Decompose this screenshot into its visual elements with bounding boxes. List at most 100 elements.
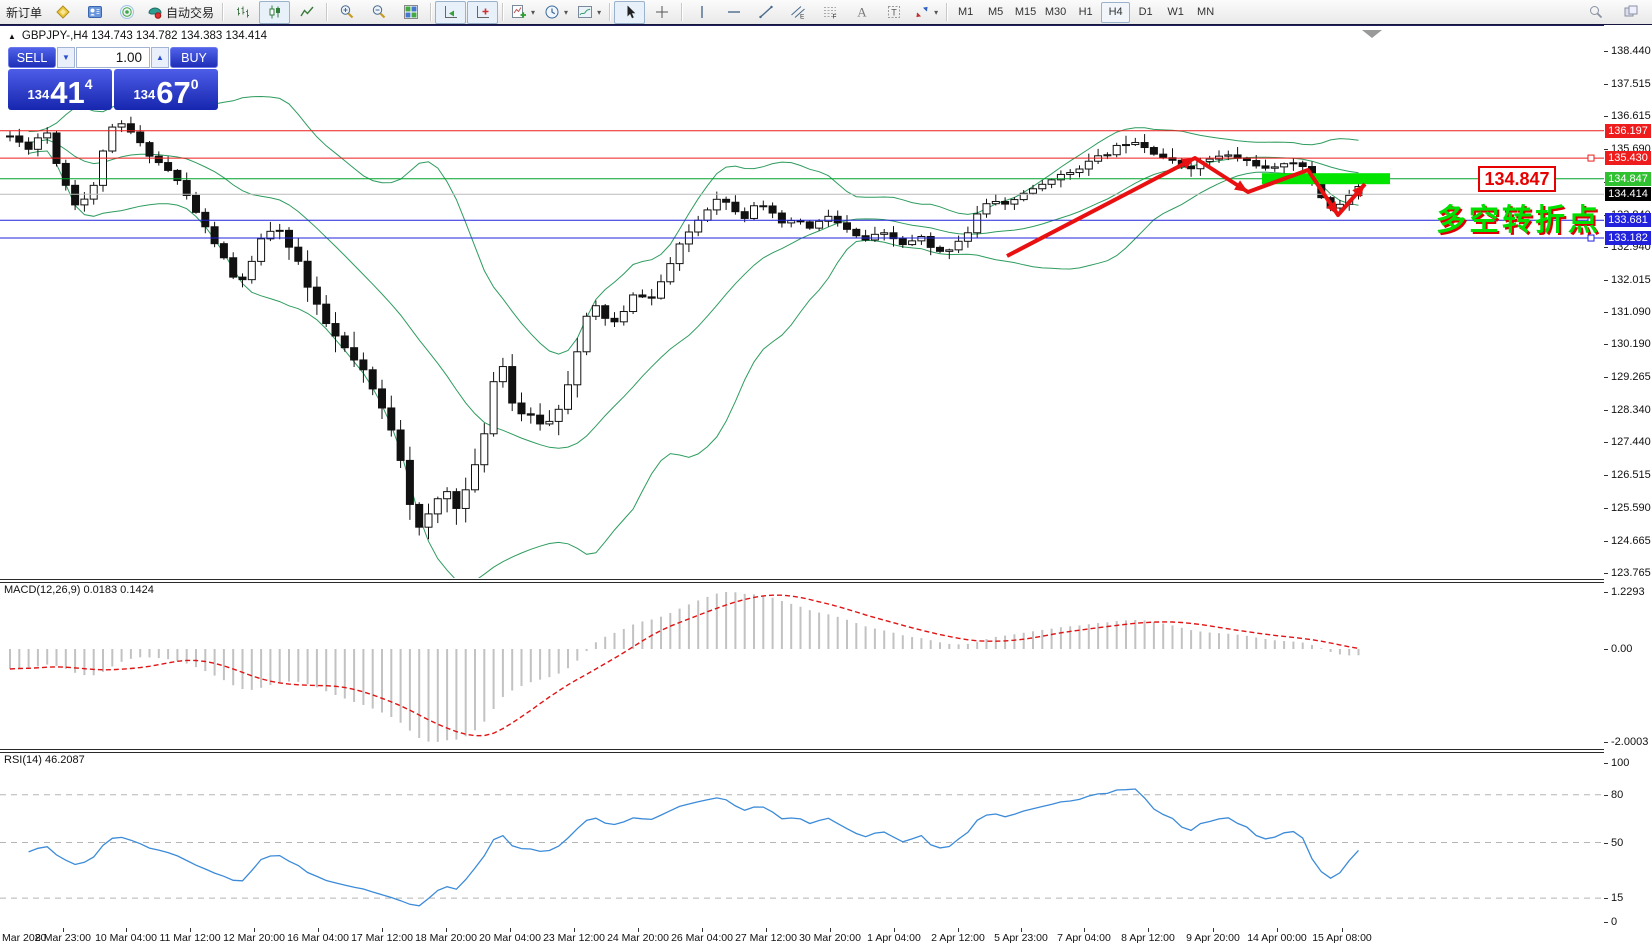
time-tick-label: 14 Apr 00:00 <box>1247 932 1307 944</box>
timeframe-d1[interactable]: D1 <box>1131 2 1160 23</box>
buy-price[interactable]: 134 67 0 <box>114 69 218 110</box>
zoom-in-button[interactable] <box>331 1 362 24</box>
one-click-trading-panel: SELL ▼ 1.00 ▲ BUY 134 41 4 134 67 0 <box>8 47 218 110</box>
price-tick-label: 130.190 <box>1611 338 1651 350</box>
time-tick <box>1021 928 1022 932</box>
rsi-label: RSI(14) 46.2087 <box>4 754 85 766</box>
time-axis[interactable]: Mar 20208 Mar 23:0010 Mar 04:0011 Mar 12… <box>0 929 1652 944</box>
symbol-header: ▲ GBPJPY-,H4 134.743 134.782 134.383 134… <box>8 30 267 42</box>
timeframe-m15[interactable]: M15 <box>1011 2 1040 23</box>
chart-canvas[interactable] <box>0 25 1652 944</box>
line-chart-button[interactable] <box>291 1 322 24</box>
timeframe-h4[interactable]: H4 <box>1101 2 1130 23</box>
periods-button[interactable]: ▾ <box>540 1 572 24</box>
price-tick-label: 138.440 <box>1611 45 1651 57</box>
timeframe-m5[interactable]: M5 <box>981 2 1010 23</box>
axis-tick <box>1604 149 1608 150</box>
volume-input[interactable]: 1.00 <box>76 47 150 68</box>
autotrade-button[interactable]: 自动交易 <box>143 1 218 24</box>
collapse-panel-icon[interactable]: ▲ <box>8 32 16 41</box>
candle-chart-icon <box>267 4 283 20</box>
time-tick-label: 2 Apr 12:00 <box>931 932 985 944</box>
bollinger-upper <box>29 97 1359 355</box>
channel-button[interactable]: E <box>782 1 813 24</box>
new-order-button-label: 新订单 <box>6 4 42 21</box>
candle-chart-button[interactable] <box>259 1 290 24</box>
crosshair-button[interactable] <box>646 1 677 24</box>
price-tick-label: 126.515 <box>1611 469 1651 481</box>
price-axis[interactable]: 138.440137.515136.615135.690134.765133.8… <box>1604 25 1652 944</box>
cursor-button[interactable] <box>614 1 645 24</box>
annotation-text[interactable]: 多空转折点 <box>1436 195 1601 239</box>
time-tick-label: 15 Apr 08:00 <box>1312 932 1372 944</box>
price-callout[interactable]: 134.847 <box>1478 166 1556 192</box>
axis-tick <box>1604 573 1608 574</box>
horizontal-line-button[interactable] <box>718 1 749 24</box>
chart-shift-button[interactable] <box>467 1 498 24</box>
axis-tick <box>1604 475 1608 476</box>
time-tick <box>1213 928 1214 932</box>
tile-windows-button[interactable] <box>395 1 426 24</box>
sell-price[interactable]: 134 41 4 <box>8 69 112 110</box>
svg-text:T: T <box>891 8 897 18</box>
time-tick-label: 17 Mar 12:00 <box>351 932 413 944</box>
price-tick-label: 124.665 <box>1611 535 1651 547</box>
rsi-tick-label: 15 <box>1611 892 1623 904</box>
vline-icon <box>694 4 710 20</box>
macd-min-label: -2.0003 <box>1611 736 1648 748</box>
indicators-button[interactable]: ▾ <box>507 1 539 24</box>
time-tick <box>382 928 383 932</box>
search-button[interactable] <box>1580 1 1611 24</box>
axis-tick <box>1604 592 1608 593</box>
time-tick <box>574 928 575 932</box>
line-handle[interactable] <box>1588 155 1594 161</box>
alerts-button[interactable] <box>47 1 78 24</box>
text-t-icon: T <box>886 4 902 20</box>
svg-text:F: F <box>832 14 836 21</box>
templates-button[interactable]: ▾ <box>573 1 605 24</box>
arrows-button[interactable]: ▾ <box>910 1 942 24</box>
macd-label: MACD(12,26,9) 0.0183 0.1424 <box>4 584 154 596</box>
toolbar-separator <box>609 3 610 21</box>
auto-scroll-button[interactable] <box>435 1 466 24</box>
rsi-tick-label: 0 <box>1611 916 1617 928</box>
zoom-out-button[interactable] <box>363 1 394 24</box>
time-tick-label: 23 Mar 12:00 <box>543 932 605 944</box>
timeframe-m30[interactable]: M30 <box>1041 2 1070 23</box>
volume-increase-button[interactable]: ▲ <box>151 47 169 68</box>
new-order-button[interactable]: 新订单 <box>2 1 46 24</box>
time-tick <box>63 928 64 932</box>
windows-button[interactable] <box>1615 1 1646 24</box>
axis-tick <box>1604 442 1608 443</box>
fibonacci-button[interactable]: F <box>814 1 845 24</box>
toolbar-separator <box>222 3 223 21</box>
timeframe-mn[interactable]: MN <box>1191 2 1220 23</box>
price-tick-label: 136.615 <box>1611 110 1651 122</box>
timeframe-m1[interactable]: M1 <box>951 2 980 23</box>
timeframe-w1[interactable]: W1 <box>1161 2 1190 23</box>
bar-chart-button[interactable] <box>227 1 258 24</box>
time-tick-label: 26 Mar 04:00 <box>671 932 733 944</box>
signals-button[interactable] <box>111 1 142 24</box>
scroll-marker-icon[interactable] <box>1362 30 1382 38</box>
sell-button[interactable]: SELL <box>8 47 56 68</box>
bollinger-lower <box>29 151 1359 583</box>
axis-tick <box>1604 410 1608 411</box>
timeframe-h1[interactable]: H1 <box>1071 2 1100 23</box>
axis-tick <box>1604 508 1608 509</box>
text-button[interactable]: A <box>846 1 877 24</box>
vertical-line-button[interactable] <box>686 1 717 24</box>
time-tick-label: 30 Mar 20:00 <box>799 932 861 944</box>
price-tick-label: 131.090 <box>1611 306 1651 318</box>
autotrade-button-label: 自动交易 <box>166 4 214 21</box>
market-button[interactable] <box>79 1 110 24</box>
volume-decrease-button[interactable]: ▼ <box>57 47 75 68</box>
toolbar-right-group <box>1580 1 1646 24</box>
text-label-button[interactable]: T <box>878 1 909 24</box>
rsi-tick-label: 100 <box>1611 757 1629 769</box>
buy-button[interactable]: BUY <box>170 47 218 68</box>
axis-tick <box>1604 280 1608 281</box>
axis-tick <box>1604 51 1608 52</box>
time-tick-label: 27 Mar 12:00 <box>735 932 797 944</box>
trendline-button[interactable] <box>750 1 781 24</box>
